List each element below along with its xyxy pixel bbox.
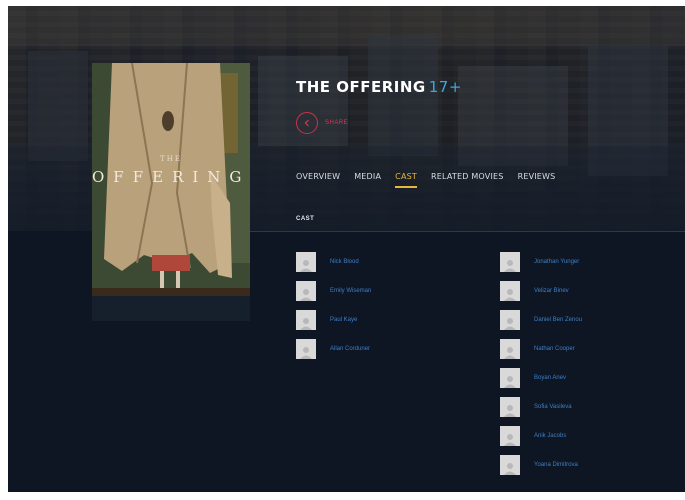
cast-member-name: Daniel Ben Zenou [534,317,583,323]
cast-member-name: Boyan Anev [534,375,567,381]
section-heading-cast: CAST [296,216,315,222]
cast-member-name: Yoana Dimitrova [534,462,578,468]
age-rating-badge: 17+ [428,78,462,96]
cast-member[interactable]: Nathan Cooper [500,339,680,359]
cast-list-left: Nick Blood Emily Wiseman Paul Kaye Allan… [296,252,476,368]
poster-artwork-image [92,63,250,321]
cast-member[interactable]: Boyan Anev [500,368,680,388]
app-frame: THE OFFERING THE OFFERING 17+ SHARE OVERV… [8,6,685,492]
cast-member[interactable]: Allan Corduner [296,339,476,359]
avatar-placeholder-icon [500,455,520,475]
cast-member[interactable]: Emily Wiseman [296,281,476,301]
cast-member[interactable]: Sofia Vasileva [500,397,680,417]
movie-tabs: OVERVIEW MEDIA CAST RELATED MOVIES REVIE… [296,172,569,188]
cast-member[interactable]: Anik Jacobs [500,426,680,446]
avatar-placeholder-icon [296,281,316,301]
movie-title: THE OFFERING 17+ [296,78,462,96]
cast-member-name: Velizar Binev [534,288,569,294]
cast-member[interactable]: Jonathan Yunger [500,252,680,272]
avatar-placeholder-icon [500,281,520,301]
cast-member-name: Emily Wiseman [330,288,372,294]
avatar-placeholder-icon [296,339,316,359]
cast-member-name: Allan Corduner [330,346,371,352]
tab-related-movies[interactable]: RELATED MOVIES [431,172,504,188]
cast-member-name: Anik Jacobs [534,433,567,439]
avatar-placeholder-icon [296,252,316,272]
cast-member-name: Jonathan Yunger [534,259,580,265]
cast-member-name: Nick Blood [330,259,359,265]
tab-reviews[interactable]: REVIEWS [518,172,556,188]
tab-overview[interactable]: OVERVIEW [296,172,340,188]
avatar-placeholder-icon [500,310,520,330]
poster-title-prefix: THE [160,155,182,163]
share-label: SHARE [325,120,349,126]
avatar-placeholder-icon [500,426,520,446]
hero-divider [248,231,685,232]
cast-member[interactable]: Yoana Dimitrova [500,455,680,475]
avatar-placeholder-icon [500,339,520,359]
cast-member[interactable]: Nick Blood [296,252,476,272]
cast-member[interactable]: Velizar Binev [500,281,680,301]
cast-member-name: Nathan Cooper [534,346,575,352]
poster-title: OFFERING [92,168,250,186]
cast-list-right: Jonathan Yunger Velizar Binev Daniel Ben… [500,252,680,484]
cast-member-name: Sofia Vasileva [534,404,572,410]
tab-media[interactable]: MEDIA [354,172,381,188]
share-icon [296,112,318,134]
cast-member[interactable]: Daniel Ben Zenou [500,310,680,330]
tab-cast[interactable]: CAST [395,172,417,188]
avatar-placeholder-icon [500,368,520,388]
movie-title-text: THE OFFERING [296,78,426,96]
cast-member[interactable]: Paul Kaye [296,310,476,330]
avatar-placeholder-icon [500,252,520,272]
share-button[interactable]: SHARE [296,112,348,134]
avatar-placeholder-icon [500,397,520,417]
poster-footer [92,296,250,321]
avatar-placeholder-icon [296,310,316,330]
cast-member-name: Paul Kaye [330,317,358,323]
movie-poster: THE OFFERING [92,63,250,321]
